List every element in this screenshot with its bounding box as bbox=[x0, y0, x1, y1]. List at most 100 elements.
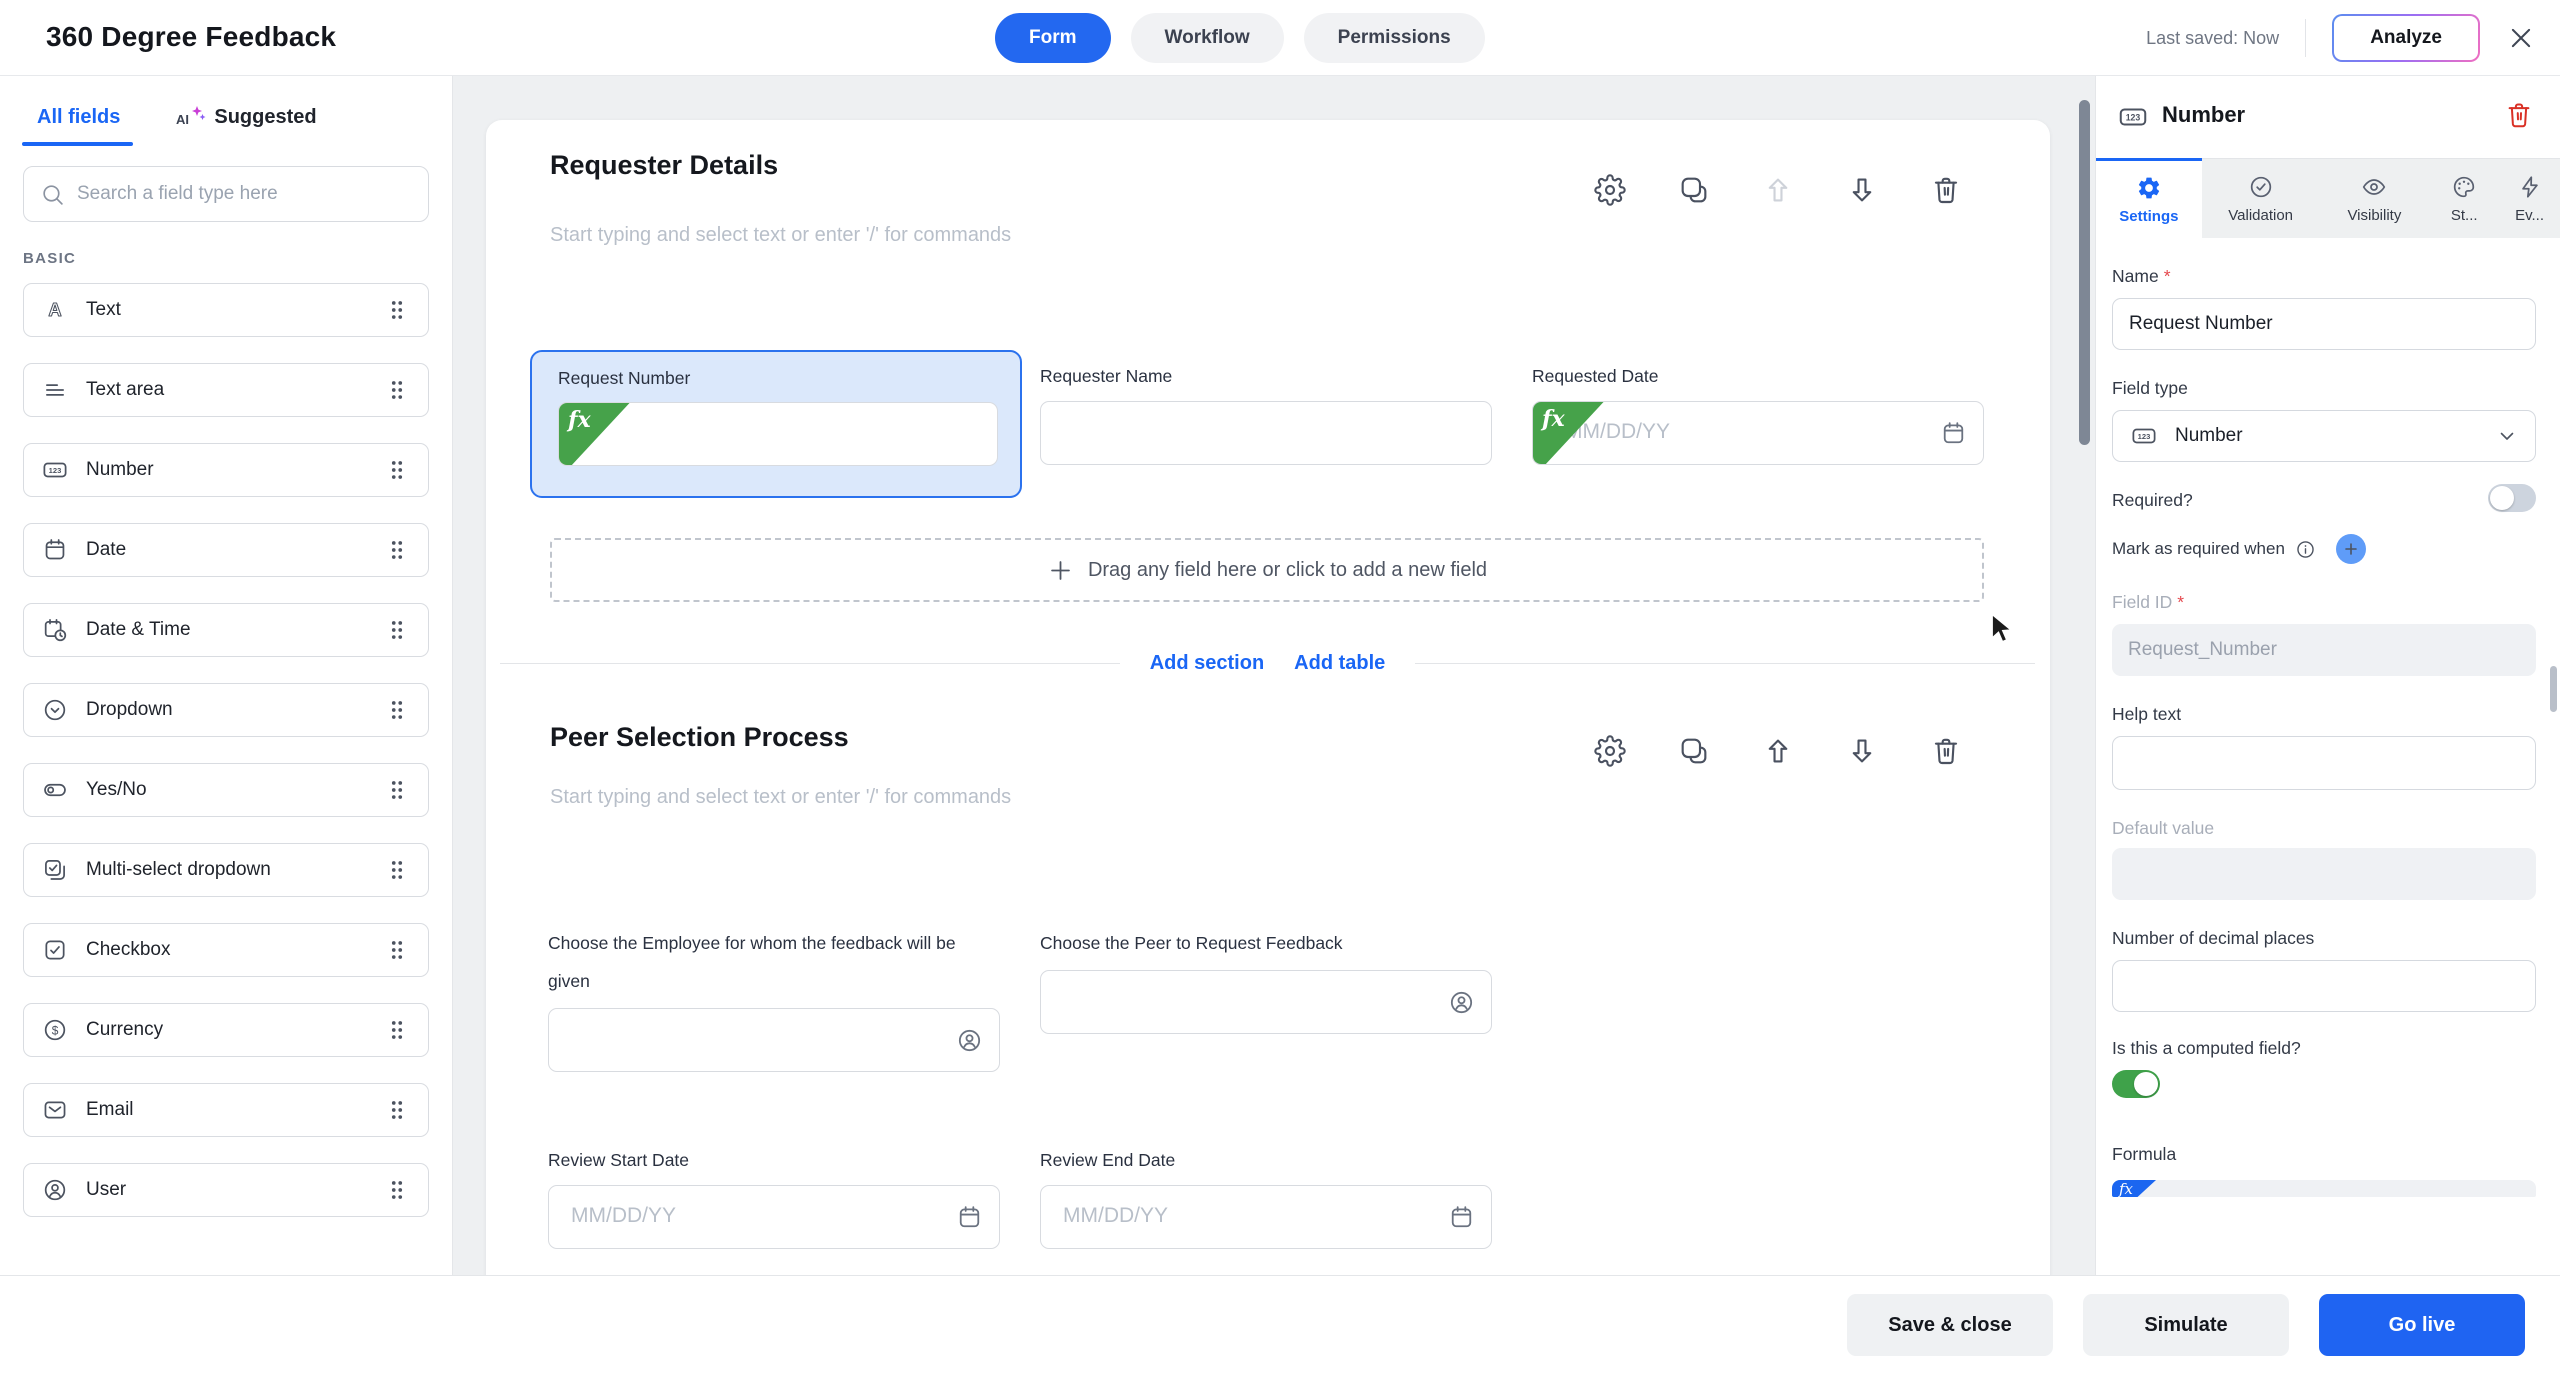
field-type-checkbox[interactable]: Checkbox bbox=[23, 923, 429, 977]
field-employee[interactable]: Choose the Employee for whom the feedbac… bbox=[548, 924, 1000, 1072]
add-section-link[interactable]: Add section bbox=[1150, 652, 1264, 675]
decimal-places-input[interactable] bbox=[2112, 960, 2536, 1012]
field-type-multi-select[interactable]: Multi-select dropdown bbox=[23, 843, 429, 897]
drag-handle-icon[interactable] bbox=[384, 697, 410, 723]
field-review-start-date[interactable]: Review Start Date MM/DD/YY bbox=[548, 1150, 1000, 1249]
drag-handle-icon[interactable] bbox=[384, 297, 410, 323]
tab-permissions[interactable]: Permissions bbox=[1304, 13, 1485, 63]
requester-name-input[interactable] bbox=[1040, 401, 1492, 465]
field-type-label: Number bbox=[86, 459, 366, 481]
info-icon[interactable] bbox=[2295, 539, 2316, 560]
add-table-link[interactable]: Add table bbox=[1294, 652, 1385, 675]
section-duplicate-icon[interactable] bbox=[1678, 735, 1710, 767]
checkbox-icon bbox=[42, 937, 68, 963]
section-delete-icon[interactable] bbox=[1930, 735, 1962, 767]
go-live-button[interactable]: Go live bbox=[2319, 1294, 2525, 1356]
field-dropzone[interactable]: Drag any field here or click to add a ne… bbox=[550, 538, 1984, 602]
section-move-up-icon[interactable] bbox=[1762, 735, 1794, 767]
field-type-select[interactable]: Number bbox=[2112, 410, 2536, 462]
field-type-date[interactable]: Date bbox=[23, 523, 429, 577]
date-placeholder: MM/DD/YY bbox=[571, 1204, 676, 1228]
tab-workflow[interactable]: Workflow bbox=[1131, 13, 1284, 63]
section-duplicate-icon[interactable] bbox=[1678, 174, 1710, 206]
tab-styling[interactable]: St... bbox=[2429, 158, 2499, 238]
palette-icon bbox=[2451, 174, 2477, 200]
canvas-scrollbar[interactable] bbox=[2079, 100, 2090, 445]
drag-handle-icon[interactable] bbox=[384, 777, 410, 803]
name-input[interactable] bbox=[2112, 298, 2536, 350]
drag-handle-icon[interactable] bbox=[384, 1177, 410, 1203]
section-delete-icon[interactable] bbox=[1930, 174, 1962, 206]
drag-handle-icon[interactable] bbox=[384, 937, 410, 963]
tab-settings[interactable]: Settings bbox=[2096, 158, 2202, 238]
field-peer[interactable]: Choose the Peer to Request Feedback bbox=[1040, 924, 1492, 1034]
field-review-end-date[interactable]: Review End Date MM/DD/YY bbox=[1040, 1150, 1492, 1249]
section1-description-placeholder[interactable]: Start typing and select text or enter '/… bbox=[550, 224, 1011, 247]
section-move-down-icon[interactable] bbox=[1846, 174, 1878, 206]
user-picker-icon[interactable] bbox=[1448, 989, 1475, 1016]
field-type-email[interactable]: Email bbox=[23, 1083, 429, 1137]
field-request-number-selected[interactable]: Request Number fx bbox=[530, 350, 1022, 498]
field-type-currency[interactable]: Currency bbox=[23, 1003, 429, 1057]
drag-handle-icon[interactable] bbox=[384, 377, 410, 403]
required-toggle[interactable] bbox=[2488, 484, 2536, 512]
drag-handle-icon[interactable] bbox=[384, 1097, 410, 1123]
delete-field-icon[interactable] bbox=[2504, 100, 2534, 130]
drag-handle-icon[interactable] bbox=[384, 617, 410, 643]
form-canvas: Requester Details Start typing and selec… bbox=[453, 76, 2095, 1275]
section-move-down-icon[interactable] bbox=[1846, 735, 1878, 767]
section-settings-icon[interactable] bbox=[1594, 174, 1626, 206]
section2-description-placeholder[interactable]: Start typing and select text or enter '/… bbox=[550, 786, 1011, 809]
tab-visibility[interactable]: Visibility bbox=[2320, 158, 2430, 238]
add-condition-button[interactable] bbox=[2336, 534, 2366, 564]
currency-icon bbox=[42, 1017, 68, 1043]
field-requester-name[interactable]: Requester Name bbox=[1040, 366, 1492, 465]
field-type-number[interactable]: Number bbox=[23, 443, 429, 497]
tab-events[interactable]: Ev... bbox=[2499, 158, 2560, 238]
tab-all-fields[interactable]: All fields bbox=[37, 104, 120, 146]
field-type-dropdown[interactable]: Dropdown bbox=[23, 683, 429, 737]
section-title-peer-selection[interactable]: Peer Selection Process bbox=[550, 722, 849, 753]
number-icon bbox=[42, 457, 68, 483]
drag-handle-icon[interactable] bbox=[384, 457, 410, 483]
drag-handle-icon[interactable] bbox=[384, 857, 410, 883]
field-requested-date[interactable]: Requested Date MM/DD/YY fx bbox=[1532, 366, 1984, 465]
search-input[interactable] bbox=[77, 183, 412, 205]
close-icon[interactable] bbox=[2506, 23, 2536, 53]
analyze-button[interactable]: Analyze bbox=[2332, 14, 2480, 62]
review-end-input[interactable]: MM/DD/YY bbox=[1040, 1185, 1492, 1249]
peer-user-input[interactable] bbox=[1040, 970, 1492, 1034]
field-type-yes-no[interactable]: Yes/No bbox=[23, 763, 429, 817]
field-type-text[interactable]: Text bbox=[23, 283, 429, 337]
tab-validation[interactable]: Validation bbox=[2202, 158, 2320, 238]
panel-scrollbar[interactable] bbox=[2550, 666, 2557, 712]
save-close-button[interactable]: Save & close bbox=[1847, 1294, 2053, 1356]
request-number-input[interactable]: fx bbox=[558, 402, 998, 466]
tab-form[interactable]: Form bbox=[995, 13, 1111, 63]
calendar-icon[interactable] bbox=[956, 1204, 983, 1231]
simulate-button[interactable]: Simulate bbox=[2083, 1294, 2289, 1356]
drag-handle-icon[interactable] bbox=[384, 1017, 410, 1043]
computed-field-toggle[interactable] bbox=[2112, 1070, 2160, 1098]
field-type-label: Multi-select dropdown bbox=[86, 859, 366, 881]
mark-required-label: Mark as required when bbox=[2112, 539, 2285, 559]
requested-date-input[interactable]: MM/DD/YY fx bbox=[1532, 401, 1984, 465]
drag-handle-icon[interactable] bbox=[384, 537, 410, 563]
analyze-button-label: Analyze bbox=[2334, 16, 2478, 60]
field-label: Choose the Peer to Request Feedback bbox=[1040, 924, 1492, 962]
section-settings-icon[interactable] bbox=[1594, 735, 1626, 767]
employee-user-input[interactable] bbox=[548, 1008, 1000, 1072]
field-type-user[interactable]: User bbox=[23, 1163, 429, 1217]
field-type-date-time[interactable]: Date & Time bbox=[23, 603, 429, 657]
default-value-input bbox=[2112, 848, 2536, 900]
formula-input[interactable]: fx bbox=[2112, 1180, 2536, 1197]
calendar-icon[interactable] bbox=[1448, 1204, 1475, 1231]
tab-suggested[interactable]: AI Suggested bbox=[174, 104, 316, 146]
field-type-text-area[interactable]: Text area bbox=[23, 363, 429, 417]
field-type-label: Text bbox=[86, 299, 366, 321]
user-picker-icon[interactable] bbox=[956, 1027, 983, 1054]
help-text-input[interactable] bbox=[2112, 736, 2536, 790]
review-start-input[interactable]: MM/DD/YY bbox=[548, 1185, 1000, 1249]
calendar-icon[interactable] bbox=[1940, 420, 1967, 447]
section-title-requester-details[interactable]: Requester Details bbox=[550, 150, 778, 181]
